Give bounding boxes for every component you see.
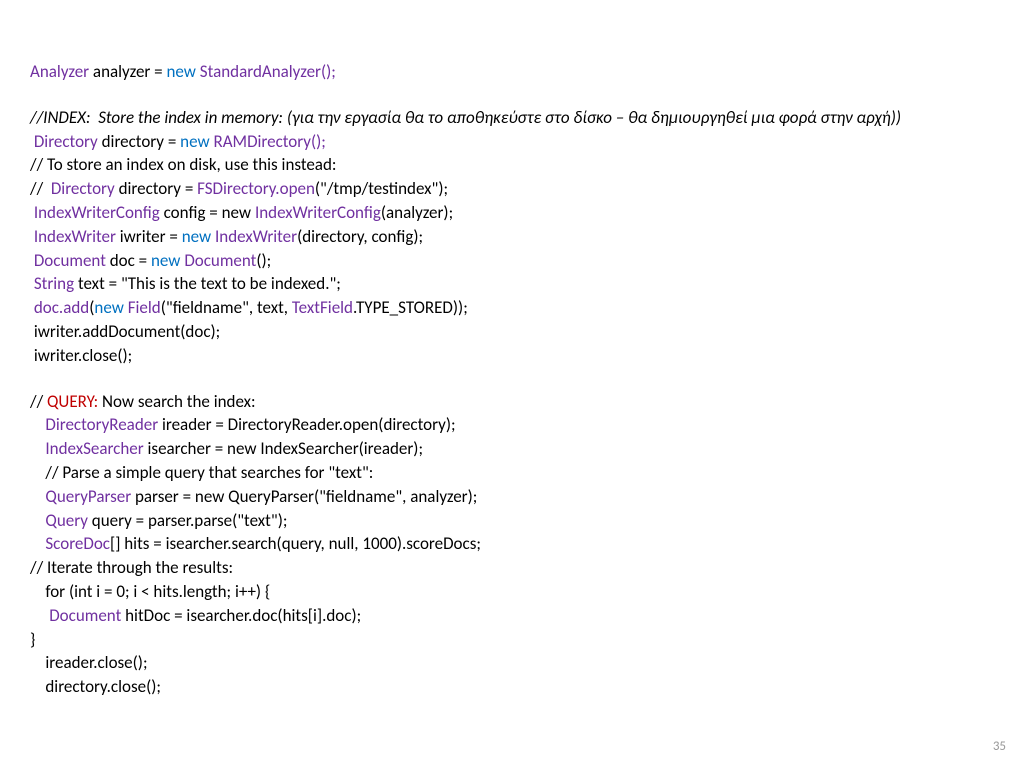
text: hitDoc = isearcher.doc(hits[i].doc); xyxy=(121,605,361,626)
code-line-5: // Directory directory = FSDirectory.ope… xyxy=(30,177,994,201)
kw-new: new xyxy=(182,226,211,247)
text: ("fieldname", text, xyxy=(161,297,292,318)
code-line-25: directory.close(); xyxy=(30,675,994,699)
type-document: Document xyxy=(184,250,256,271)
type-scoredoc: ScoreDoc xyxy=(45,533,110,554)
text: [] hits = isearcher.search(query, null, … xyxy=(110,533,481,554)
type-indexsearcher: IndexSearcher xyxy=(45,438,143,459)
type-indexwriter: IndexWriter xyxy=(215,226,297,247)
text: (analyzer); xyxy=(381,202,453,223)
kw-new: new xyxy=(166,61,195,82)
text: .TYPE_STORED)); xyxy=(353,297,468,318)
comment-parse: // Parse a simple query that searches fo… xyxy=(30,461,994,485)
type-document: Document xyxy=(49,605,121,626)
code-line-19: ScoreDoc[] hits = isearcher.search(query… xyxy=(30,532,994,556)
kw-query: QUERY: xyxy=(47,391,98,412)
code-line-23: } xyxy=(30,628,994,652)
code-line-6: IndexWriterConfig config = new IndexWrit… xyxy=(30,201,994,225)
fn-docadd: doc.add xyxy=(34,297,89,318)
text: parser = new QueryParser("fieldname", an… xyxy=(131,486,477,507)
code-line-8: Document doc = new Document(); xyxy=(30,249,994,273)
comment-index: //INDEX: Store the index in memory: (για… xyxy=(30,106,994,130)
code-line-12: iwriter.close(); xyxy=(30,344,994,368)
text xyxy=(30,414,45,435)
type-queryparser: QueryParser xyxy=(45,486,131,507)
type-indexwriter: IndexWriter xyxy=(34,226,116,247)
blank-line xyxy=(30,84,994,106)
text: Now search the index: xyxy=(98,391,255,412)
text: (); xyxy=(256,250,271,271)
type-textfield: TextField xyxy=(292,297,353,318)
blank-line xyxy=(30,368,994,390)
text: (directory, config); xyxy=(297,226,423,247)
code-line-14: DirectoryReader ireader = DirectoryReade… xyxy=(30,413,994,437)
text: directory = xyxy=(115,178,197,199)
fn-fsdirectory: FSDirectory.open xyxy=(197,178,315,199)
type-directory: Directory xyxy=(34,131,98,152)
type-string: String xyxy=(34,273,74,294)
code-line-10: doc.add(new Field("fieldname", text, Tex… xyxy=(30,296,994,320)
type-indexwriterconfig: IndexWriterConfig xyxy=(255,202,381,223)
code-line-9: String text = "This is the text to be in… xyxy=(30,272,994,296)
text xyxy=(30,486,45,507)
type-standardanalyzer: StandardAnalyzer(); xyxy=(200,61,336,82)
code-line-3: Directory directory = new RAMDirectory()… xyxy=(30,130,994,154)
text: isearcher = new IndexSearcher(ireader); xyxy=(144,438,423,459)
slide-content: Analyzer analyzer = new StandardAnalyzer… xyxy=(0,0,1024,723)
text: iwriter = xyxy=(116,226,182,247)
type-analyzer: Analyzer xyxy=(30,61,89,82)
text xyxy=(30,605,49,626)
text xyxy=(30,510,45,531)
text: ireader = DirectoryReader.open(directory… xyxy=(158,414,455,435)
code-line-21: for (int i = 0; i < hits.length; i++) { xyxy=(30,580,994,604)
type-query: Query xyxy=(45,510,88,531)
type-field: Field xyxy=(128,297,161,318)
type-document: Document xyxy=(34,250,106,271)
type-ramdirectory: RAMDirectory(); xyxy=(213,131,325,152)
code-line-7: IndexWriter iwriter = new IndexWriter(di… xyxy=(30,225,994,249)
text: // xyxy=(30,178,51,199)
text: query = parser.parse("text"); xyxy=(88,510,287,531)
code-line-1: Analyzer analyzer = new StandardAnalyzer… xyxy=(30,60,994,84)
code-line-17: QueryParser parser = new QueryParser("fi… xyxy=(30,485,994,509)
page-number: 35 xyxy=(993,739,1006,754)
kw-new: new xyxy=(151,250,180,271)
code-line-18: Query query = parser.parse("text"); xyxy=(30,509,994,533)
kw-new: new xyxy=(180,131,209,152)
code-line-24: ireader.close(); xyxy=(30,651,994,675)
code-line-11: iwriter.addDocument(doc); xyxy=(30,320,994,344)
comment-disk: // To store an index on disk, use this i… xyxy=(30,153,994,177)
code-line-22: Document hitDoc = isearcher.doc(hits[i].… xyxy=(30,604,994,628)
text: directory = xyxy=(98,131,180,152)
type-indexwriterconfig: IndexWriterConfig xyxy=(34,202,160,223)
text: config = new xyxy=(160,202,255,223)
code-line-13: // QUERY: Now search the index: xyxy=(30,390,994,414)
code-line-15: IndexSearcher isearcher = new IndexSearc… xyxy=(30,437,994,461)
comment-iterate: // Iterate through the results: xyxy=(30,556,994,580)
text: analyzer = xyxy=(89,61,166,82)
type-directoryreader: DirectoryReader xyxy=(45,414,158,435)
text: ("/tmp/testindex"); xyxy=(315,178,448,199)
kw-new: new xyxy=(94,297,123,318)
text: doc = xyxy=(106,250,151,271)
text: // xyxy=(30,391,47,412)
text xyxy=(30,533,45,554)
text xyxy=(30,438,45,459)
type-directory: Directory xyxy=(51,178,115,199)
text: text = "This is the text to be indexed."… xyxy=(74,273,341,294)
